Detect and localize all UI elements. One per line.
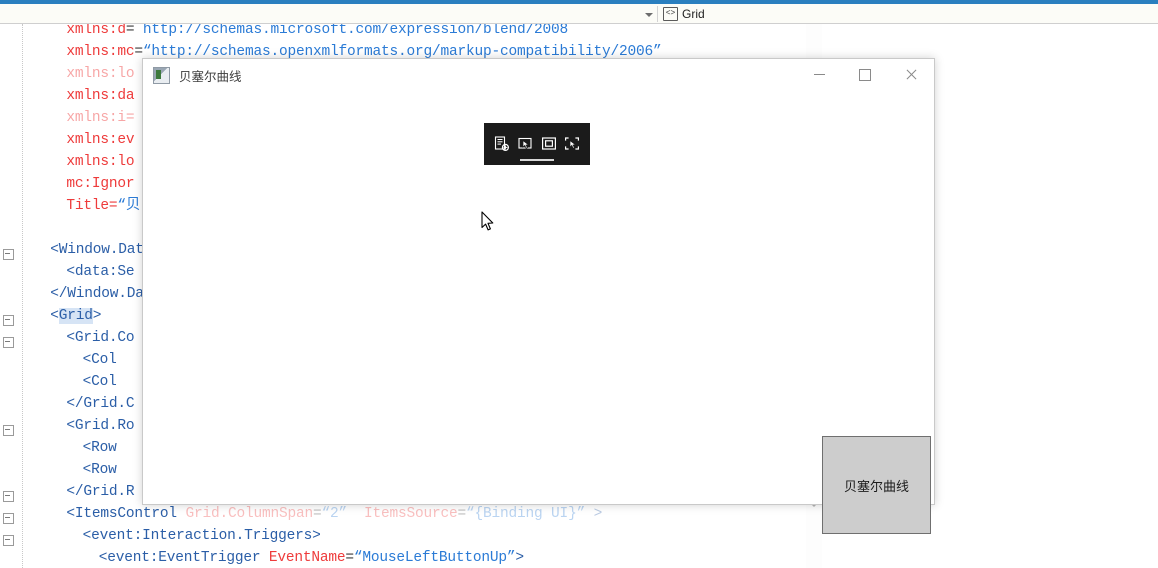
code-line: <event:Interaction.Triggers>	[83, 525, 321, 547]
code-line: xmlns:da	[66, 85, 134, 107]
maximize-button[interactable]	[842, 59, 888, 90]
navbar-type-label: Grid	[682, 7, 705, 21]
display-layout-adorners-icon[interactable]	[538, 132, 559, 156]
code-token: Grid.ColumnSpan	[185, 506, 313, 522]
code-token: xmlns:da	[66, 88, 135, 104]
mouse-cursor	[481, 211, 494, 231]
code-token: <Row	[82, 462, 117, 478]
code-token: </Window.Dat	[50, 286, 153, 302]
code-token: >	[515, 550, 524, 566]
code-line: <event:EventTrigger EventName=“MouseLeft…	[99, 547, 524, 568]
code-token: >	[585, 506, 603, 522]
track-focused-element-icon[interactable]	[562, 132, 583, 156]
editor-outlining-margin[interactable]	[0, 24, 20, 568]
code-token: ItemsSource	[364, 506, 458, 522]
outline-toggle[interactable]	[3, 425, 14, 436]
code-token: “贝	[117, 198, 141, 214]
outline-toggle[interactable]	[3, 491, 14, 502]
code-line: <ItemsControl Grid.ColumnSpan = “2” ItemsS…	[66, 503, 602, 525]
code-line: <Row	[83, 459, 117, 481]
code-token: xmlns:lo	[66, 66, 135, 82]
bezier-curve-button-label: 贝塞尔曲线	[843, 479, 909, 495]
code-token: <Row	[82, 440, 117, 456]
code-line: xmlns:lo	[66, 151, 134, 173]
code-line: Title=“贝	[66, 195, 140, 217]
code-token: <	[50, 308, 59, 324]
active-tool-indicator	[520, 159, 554, 161]
app-window-icon	[153, 67, 170, 84]
chevron-down-icon[interactable]	[645, 13, 653, 17]
code-line: <Window.Data	[50, 239, 152, 261]
code-line: xmlns:lo	[66, 63, 134, 85]
code-token: xmlns:i=	[66, 110, 135, 126]
code-token: <data:Se	[66, 264, 135, 280]
outline-toggle[interactable]	[3, 337, 14, 348]
outline-toggle[interactable]	[3, 315, 14, 326]
code-token: <Col	[82, 352, 117, 368]
code-token: </Grid.R	[66, 484, 135, 500]
code-line: xmlns:d= http://schemas.microsoft.com/ex…	[66, 24, 568, 41]
code-line: <Col	[83, 371, 117, 393]
code-token: mc:Ignor	[66, 176, 135, 192]
code-token: =	[125, 24, 143, 38]
maximize-icon	[859, 68, 871, 81]
select-element-icon[interactable]	[515, 132, 536, 156]
outline-toggle[interactable]	[3, 513, 14, 524]
code-token: Title=	[66, 198, 118, 214]
code-token: xmlns:d	[66, 24, 126, 38]
close-button[interactable]	[888, 59, 934, 90]
code-line: <Grid.Co	[66, 327, 134, 349]
code-token: xmlns:ev	[66, 132, 135, 148]
code-token: <Col	[82, 374, 117, 390]
xaml-live-visual-tree-toolbar[interactable]	[484, 123, 590, 165]
code-token: xmlns:lo	[66, 154, 135, 170]
code-brackets-icon: <>	[663, 7, 678, 21]
code-line: xmlns:i=	[66, 107, 134, 129]
outline-toggle[interactable]	[3, 535, 14, 546]
bezier-curve-app-window[interactable]: 贝塞尔曲线 贝塞尔曲线	[142, 58, 935, 534]
code-token: </Grid.C	[66, 396, 135, 412]
code-line: <Grid>	[50, 305, 101, 327]
code-token: xmlns:mc	[66, 44, 135, 60]
code-token: EventName	[268, 550, 346, 566]
outline-toggle[interactable]	[3, 249, 14, 260]
bezier-curve-button[interactable]: 贝塞尔曲线	[822, 436, 931, 534]
code-token: <Window.Data	[50, 242, 153, 258]
editor-navigation-bar: <> Grid	[0, 4, 1158, 24]
code-token: Grid	[58, 308, 93, 324]
code-line: <data:Se	[66, 261, 134, 283]
code-line: mc:Ignor	[66, 173, 134, 195]
code-line: </Grid.C	[66, 393, 134, 415]
code-token: <ItemsControl	[66, 506, 177, 522]
code-token: =	[345, 550, 354, 566]
code-token: “2”	[321, 506, 347, 522]
code-line: <Grid.Ro	[66, 415, 134, 437]
code-token: <Grid.Ro	[66, 418, 135, 434]
code-token: http://schemas.microsoft.com/expression/…	[142, 24, 568, 38]
code-token: <event:Interaction.Triggers>	[82, 528, 321, 544]
close-icon	[905, 69, 917, 81]
code-token: <event:EventTrigger	[98, 550, 261, 566]
code-line: <Row	[83, 437, 117, 459]
code-token: <Grid.Co	[66, 330, 135, 346]
code-line: xmlns:ev	[66, 129, 134, 151]
code-token: “MouseLeftButtonUp”	[353, 550, 516, 566]
code-token: >	[92, 308, 102, 324]
code-token: “{Binding UI}”	[466, 506, 586, 522]
code-line: </Window.Dat	[50, 283, 152, 305]
code-line: <Col	[83, 349, 117, 371]
minimize-icon	[813, 74, 825, 75]
navbar-type-dropdown[interactable]: <> Grid	[663, 6, 705, 22]
indent-guide	[22, 24, 23, 568]
code-token: =	[457, 506, 467, 522]
app-client-area[interactable]: 贝塞尔曲线	[143, 92, 934, 534]
code-line: </Grid.R	[66, 481, 134, 503]
navbar-divider	[657, 6, 658, 22]
minimize-button[interactable]	[796, 59, 842, 90]
app-window-title: 贝塞尔曲线	[179, 69, 242, 84]
go-to-live-visual-tree-icon[interactable]	[491, 132, 512, 156]
app-title-bar[interactable]: 贝塞尔曲线	[143, 59, 934, 92]
